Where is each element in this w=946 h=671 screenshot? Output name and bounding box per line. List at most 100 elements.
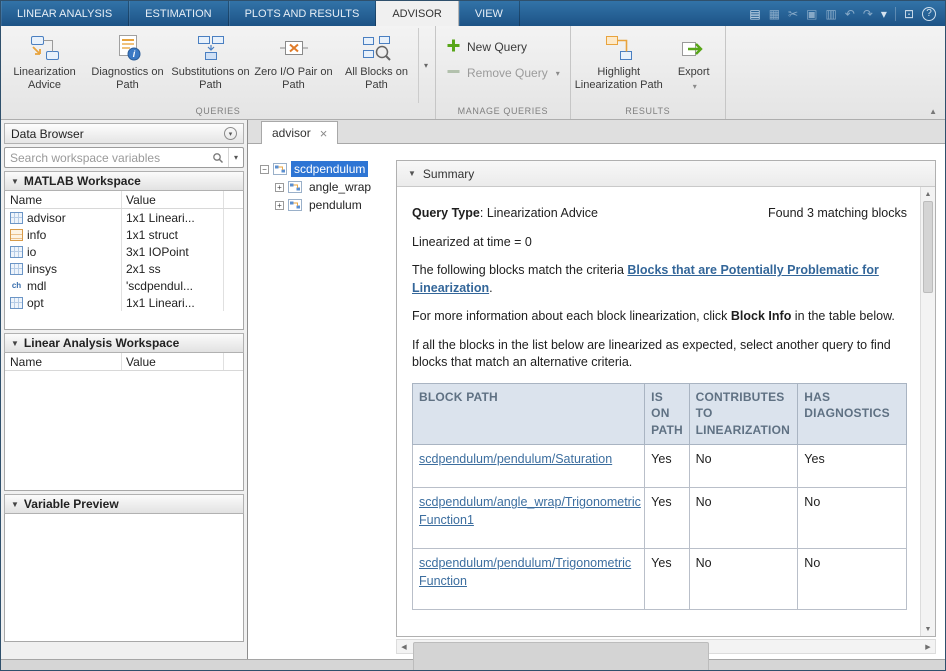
variable-name: opt (27, 295, 44, 310)
undo-icon[interactable]: ↶ (845, 8, 855, 20)
object-variable-icon (10, 262, 23, 275)
workspace-row-mdl[interactable]: mdl 'scdpendul... (5, 277, 243, 294)
tab-advisor[interactable]: ADVISOR (376, 1, 459, 26)
column-header-has-diagnostics: HAS DIAGNOSTICS (797, 382, 907, 445)
panel-menu-icon[interactable]: ▾ (224, 127, 237, 140)
paste-icon[interactable]: ▥ (825, 8, 836, 20)
quick-access-toolbar: ▤ ▦ ✂ ▣ ▥ ↶ ↷ ▾ ⊡ ? (740, 1, 945, 26)
tab-estimation[interactable]: ESTIMATION (129, 1, 229, 26)
linearization-advice-button[interactable]: Linearization Advice (3, 28, 86, 103)
scroll-thumb[interactable] (413, 642, 709, 670)
workspace-row-opt[interactable]: opt 1x1 Lineari... (5, 294, 243, 311)
chevron-down-icon: ▾ (555, 68, 560, 78)
minimize-ribbon-icon[interactable]: ▲ (929, 107, 937, 116)
highlight-linearization-path-button[interactable]: Highlight Linearization Path (573, 28, 665, 103)
query-gallery-expand-button[interactable]: ▾ (418, 28, 433, 103)
save-icon[interactable]: ▦ (769, 8, 780, 20)
tab-linear-analysis[interactable]: LINEAR ANALYSIS (1, 1, 130, 26)
variable-value: 2x1 ss (121, 260, 223, 277)
substitutions-on-path-button[interactable]: Substitutions on Path (169, 28, 252, 103)
variable-name: info (27, 227, 47, 242)
scroll-thumb[interactable] (923, 201, 933, 293)
ribbon-spacer (726, 26, 945, 119)
workspace-searchbox: ▾ (4, 147, 244, 168)
search-input[interactable] (5, 150, 210, 165)
scroll-down-icon[interactable]: ▼ (921, 622, 935, 636)
advisor-document-tab[interactable]: advisor × (261, 121, 339, 144)
document-area: advisor × − scdpendulum + angle_wrap + p… (248, 120, 945, 670)
variable-value: 1x1 Lineari... (121, 209, 223, 226)
workspace-row-linsys[interactable]: linsys 2x1 ss (5, 260, 243, 277)
column-header-value[interactable]: Value (121, 191, 223, 208)
is-on-path-value: Yes (644, 548, 690, 611)
diagnostics-on-path-icon: i (113, 33, 143, 63)
horizontal-scrollbar[interactable]: ◀ ▶ (396, 639, 936, 670)
button-label: Highlight Linearization Path (574, 66, 663, 92)
alternative-query-paragraph: If all the blocks in the list below are … (412, 337, 891, 370)
advisor-document-body: − scdpendulum + angle_wrap + pendulum ▼ … (248, 144, 945, 670)
scroll-track[interactable] (411, 640, 921, 670)
scroll-right-icon[interactable]: ▶ (921, 640, 935, 653)
toolbar-more-icon[interactable]: ▾ (881, 8, 887, 20)
query-type: Query Type: Linearization Advice (412, 205, 598, 223)
tab-plots-and-results[interactable]: PLOTS AND RESULTS (229, 1, 377, 26)
expand-icon[interactable]: + (275, 182, 284, 192)
new-script-icon[interactable]: ▤ (749, 8, 760, 20)
matlab-workspace-header[interactable]: ▼ MATLAB Workspace (4, 171, 244, 191)
table-row: scdpendulum/angle_wrap/Trigonometric Fun… (411, 487, 907, 550)
data-browser-header: Data Browser ▾ (4, 123, 244, 144)
diagnostics-on-path-button[interactable]: i Diagnostics on Path (86, 28, 169, 103)
column-header-name[interactable]: Name (5, 353, 121, 370)
data-browser-panel: Data Browser ▾ ▾ ▼ MATLAB Workspace Name… (1, 120, 248, 659)
new-query-button[interactable]: New Query (446, 38, 560, 56)
linear-analysis-workspace-table: Name Value (4, 353, 244, 491)
variable-name: mdl (27, 278, 47, 293)
block-path-link[interactable]: scdpendulum/pendulum/Saturation (419, 452, 612, 466)
workspace-row-io[interactable]: io 3x1 IOPoint (5, 243, 243, 260)
variable-preview-header[interactable]: ▼ Variable Preview (4, 494, 244, 514)
search-options-icon[interactable]: ▾ (227, 148, 243, 167)
button-label: Diagnostics on Path (91, 66, 164, 92)
search-icon[interactable] (210, 152, 226, 164)
export-button[interactable]: Export ▾ (665, 28, 723, 103)
remove-query-button[interactable]: Remove Query ▾ (446, 64, 560, 82)
copy-icon[interactable]: ▣ (806, 8, 817, 20)
summary-section-header[interactable]: ▼ Summary (397, 161, 935, 187)
scroll-track[interactable] (921, 201, 935, 622)
redo-icon[interactable]: ↷ (863, 8, 873, 20)
content-area: Data Browser ▾ ▾ ▼ MATLAB Workspace Name… (1, 120, 945, 670)
tree-item-pendulum[interactable]: pendulum (306, 197, 365, 213)
all-blocks-on-path-button[interactable]: All Blocks on Path (335, 28, 418, 103)
vertical-scrollbar[interactable]: ▲ ▼ (920, 187, 935, 636)
section-label-results: RESULTS (625, 106, 671, 116)
zero-io-pair-on-path-button[interactable]: Zero I/O Pair on Path (252, 28, 335, 103)
tree-item-angle-wrap[interactable]: angle_wrap (306, 179, 374, 195)
help-icon[interactable]: ? (922, 6, 936, 21)
summary-title: Summary (422, 166, 475, 181)
cut-icon[interactable]: ✂ (788, 8, 798, 20)
tree-item-scdpendulum[interactable]: scdpendulum (291, 161, 369, 177)
ribbon: Linearization Advice i Diagnostics on Pa… (1, 26, 945, 120)
scroll-up-icon[interactable]: ▲ (921, 187, 935, 201)
summary-panel: ▼ Summary Query Type: Linearization Advi… (396, 160, 936, 637)
table-row: scdpendulum/pendulum/Saturation Yes No Y… (411, 443, 907, 489)
column-header-value[interactable]: Value (121, 353, 223, 370)
block-path-link[interactable]: scdpendulum/pendulum/Trigonometric Funct… (419, 556, 631, 588)
table-row: scdpendulum/pendulum/Trigonometric Funct… (411, 548, 907, 611)
substitutions-on-path-icon (196, 33, 226, 63)
block-path-link[interactable]: scdpendulum/angle_wrap/Trigonometric Fun… (419, 495, 641, 527)
table-header-row: Name Value (5, 191, 243, 209)
column-header-blank (223, 191, 243, 208)
button-label: Substitutions on Path (171, 66, 250, 92)
workspace-row-info[interactable]: info 1x1 struct (5, 226, 243, 243)
dock-icon[interactable]: ⊡ (904, 8, 914, 20)
expand-icon[interactable]: + (275, 200, 284, 210)
column-header-name[interactable]: Name (5, 191, 121, 208)
tab-view[interactable]: VIEW (459, 1, 520, 26)
close-tab-icon[interactable]: × (320, 127, 328, 140)
workspace-row-advisor[interactable]: advisor 1x1 Lineari... (5, 209, 243, 226)
linear-analysis-workspace-header[interactable]: ▼ Linear Analysis Workspace (4, 333, 244, 353)
highlight-linearization-path-icon (604, 33, 634, 63)
collapse-icon[interactable]: − (260, 164, 269, 174)
scroll-left-icon[interactable]: ◀ (397, 640, 411, 653)
